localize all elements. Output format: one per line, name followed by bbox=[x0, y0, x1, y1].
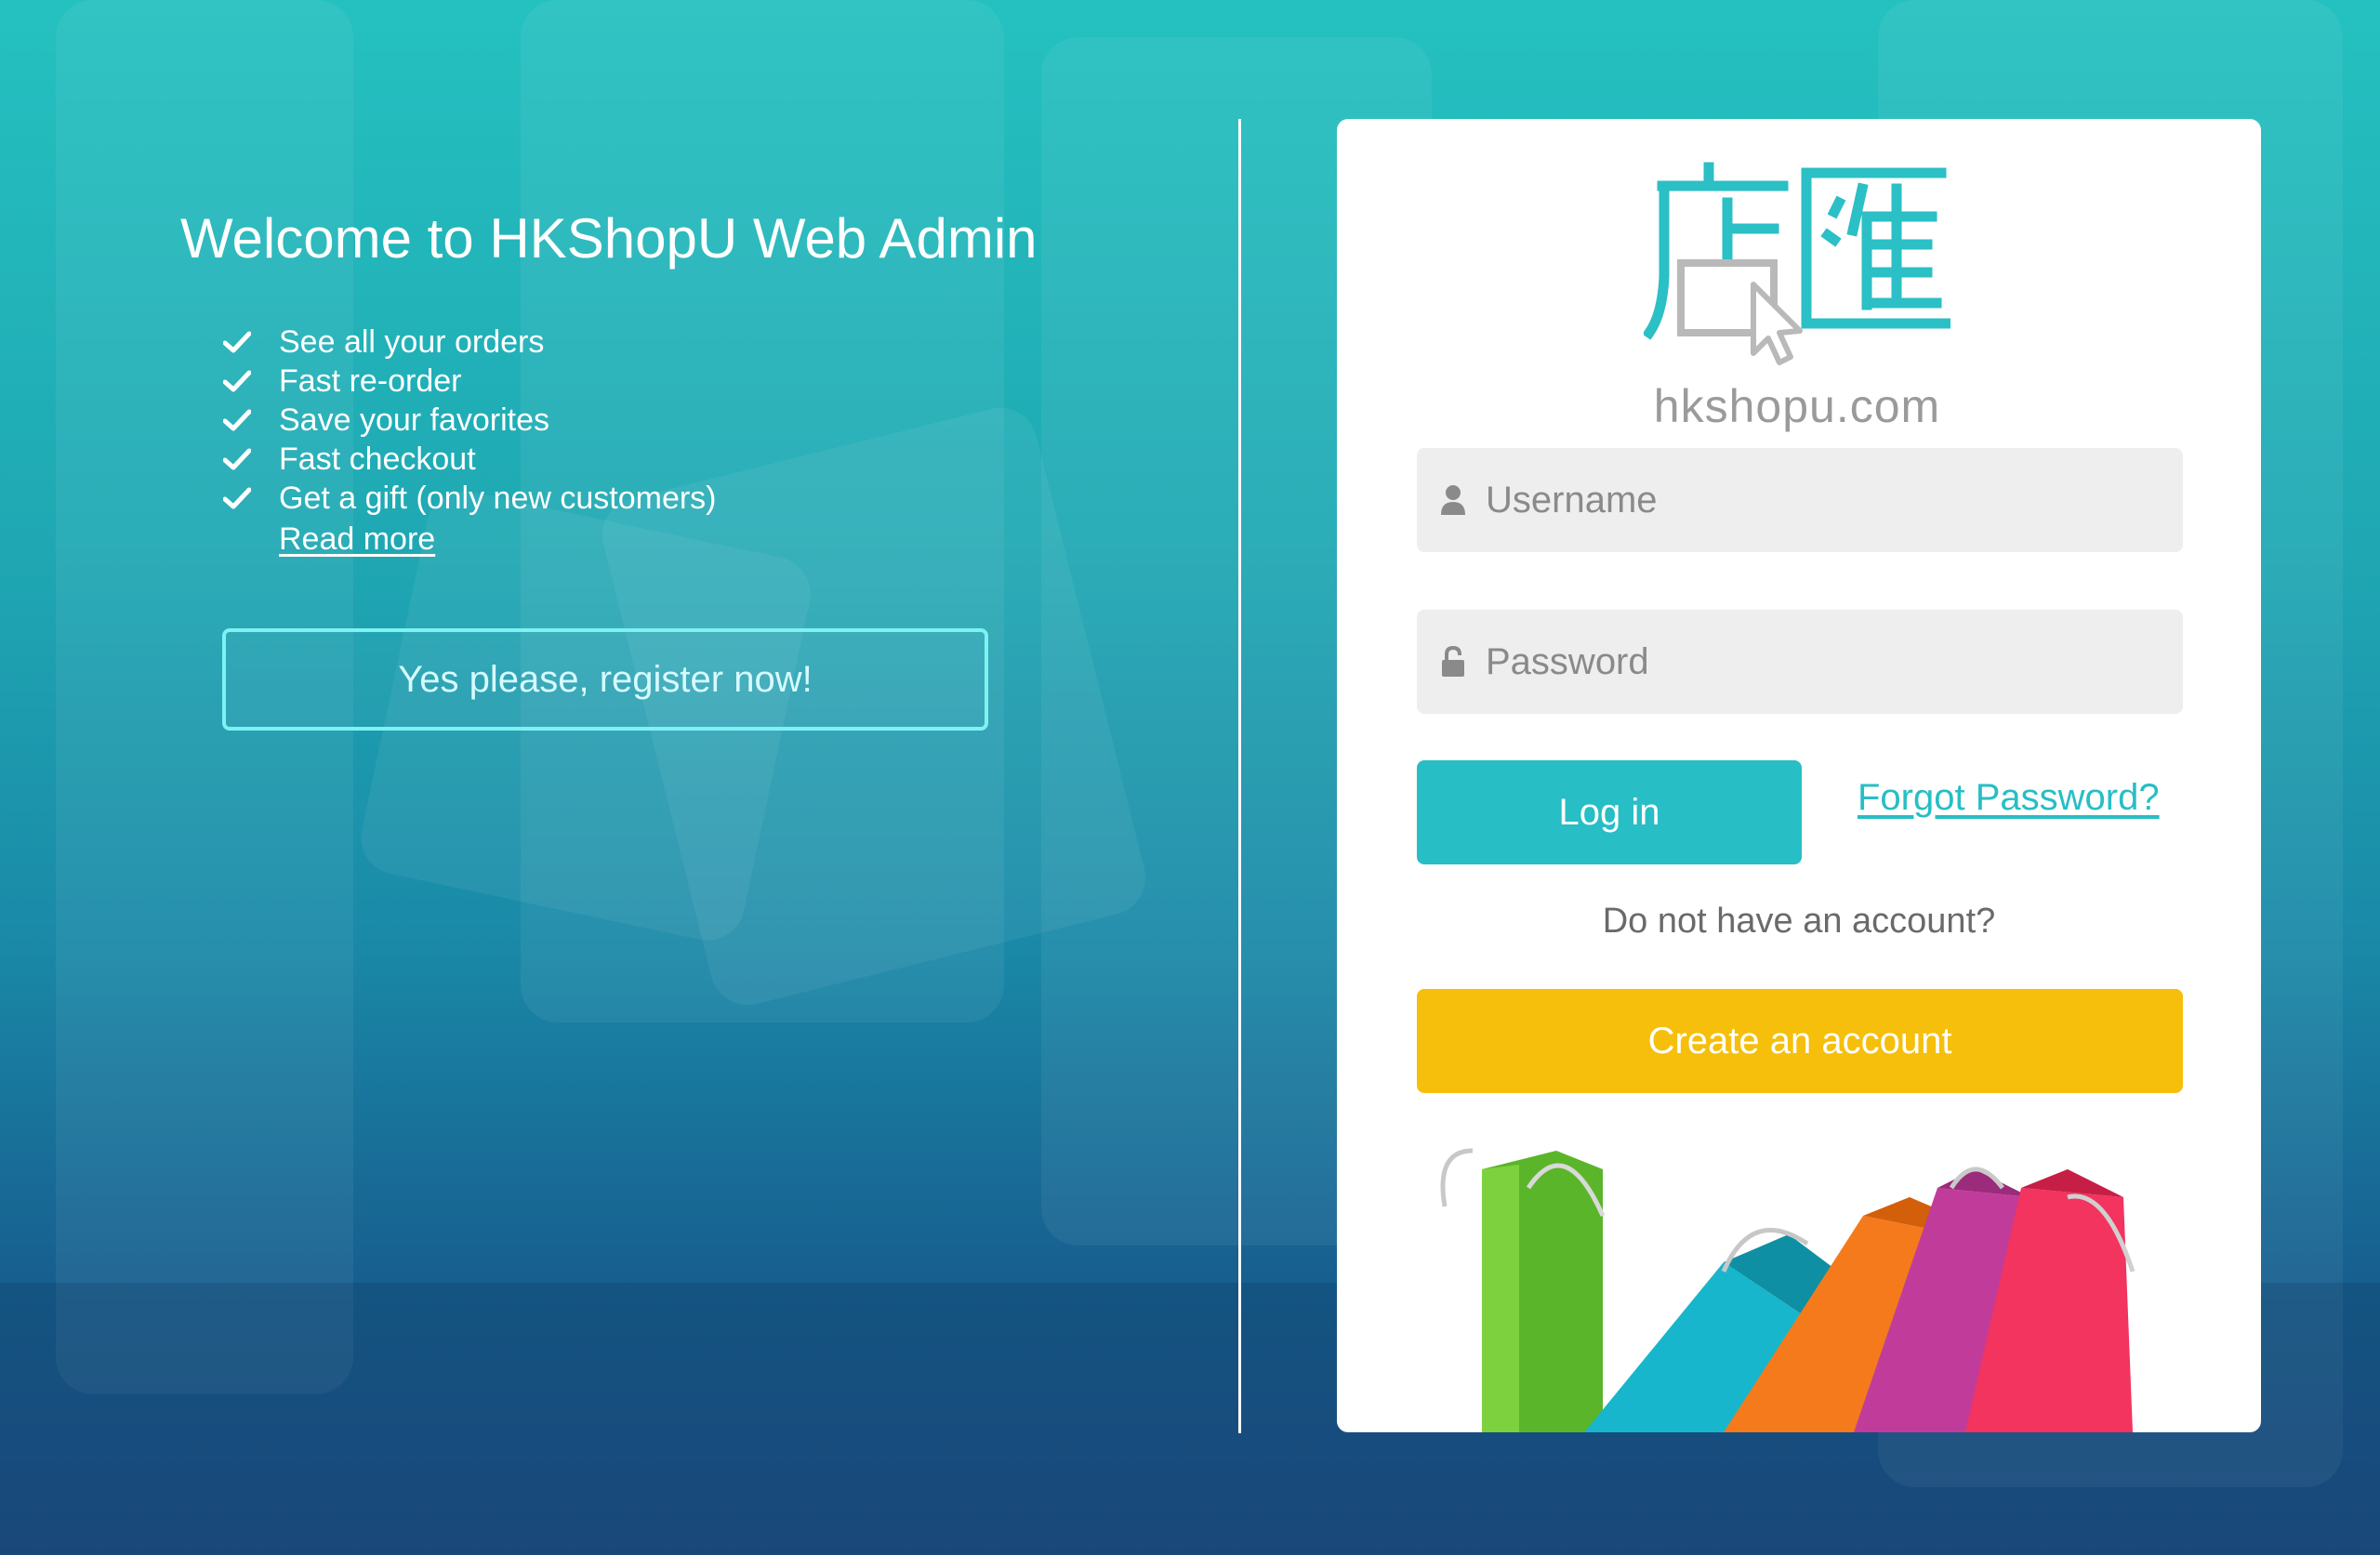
shopping-bags-illustration bbox=[1440, 1148, 2135, 1432]
user-icon bbox=[1441, 485, 1465, 515]
feature-item: Save your favorites bbox=[223, 401, 717, 440]
feature-label: Fast checkout bbox=[279, 441, 476, 477]
check-icon bbox=[223, 409, 251, 431]
feature-item: Fast checkout bbox=[223, 440, 717, 479]
feature-label: Get a gift (only new customers) bbox=[279, 481, 717, 516]
password-field[interactable] bbox=[1417, 610, 2183, 714]
no-account-text: Do not have an account? bbox=[1602, 902, 1996, 941]
username-field[interactable] bbox=[1417, 448, 2183, 552]
feature-item: Get a gift (only new customers) bbox=[223, 479, 717, 518]
check-icon bbox=[223, 448, 251, 470]
password-input[interactable] bbox=[1486, 610, 2155, 714]
read-more-link[interactable]: Read more bbox=[279, 521, 435, 558]
check-icon bbox=[223, 370, 251, 392]
login-card: hkshopu.com Log in Forgot Password? Do n… bbox=[1337, 119, 2261, 1432]
create-account-button[interactable]: Create an account bbox=[1417, 989, 2183, 1093]
welcome-title: Welcome to HKShopU Web Admin bbox=[180, 207, 1038, 270]
username-input[interactable] bbox=[1486, 448, 2155, 552]
vertical-divider bbox=[1238, 119, 1241, 1433]
feature-item: See all your orders bbox=[223, 323, 717, 362]
feature-label: See all your orders bbox=[279, 324, 545, 360]
feature-item: Fast re-order bbox=[223, 362, 717, 401]
logo-mark bbox=[1642, 162, 1951, 365]
logo-domain-text: hkshopu.com bbox=[1653, 380, 1941, 432]
hkshopu-logo: hkshopu.com bbox=[1642, 147, 1951, 435]
lock-icon bbox=[1442, 645, 1464, 677]
feature-label: Save your favorites bbox=[279, 402, 550, 438]
login-button[interactable]: Log in bbox=[1417, 760, 1802, 864]
check-icon bbox=[223, 331, 251, 353]
check-icon bbox=[223, 487, 251, 509]
register-button[interactable]: Yes please, register now! bbox=[222, 628, 988, 731]
login-page: Welcome to HKShopU Web Admin See all you… bbox=[0, 0, 2380, 1555]
feature-list: See all your orders Fast re-order Save y… bbox=[223, 323, 717, 518]
forgot-password-link[interactable]: Forgot Password? bbox=[1858, 777, 2160, 819]
feature-label: Fast re-order bbox=[279, 363, 462, 399]
